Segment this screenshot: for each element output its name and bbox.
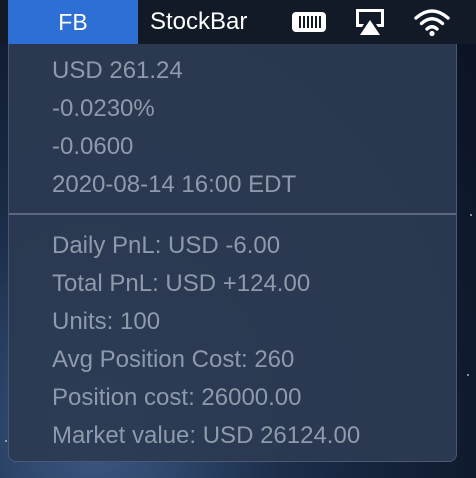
menu-divider	[9, 213, 456, 215]
change-item[interactable]: -0.0600	[52, 133, 133, 161]
wifi-icon[interactable]	[412, 0, 452, 44]
total-pnl-item[interactable]: Total PnL: USD +124.00	[52, 270, 310, 298]
market-value-item[interactable]: Market value: USD 26124.00	[52, 422, 360, 450]
daily-pnl-item[interactable]: Daily PnL: USD -6.00	[52, 232, 280, 260]
position-cost-item[interactable]: Position cost: 26000.00	[52, 384, 302, 412]
timestamp-item[interactable]: 2020-08-14 16:00 EDT	[52, 171, 296, 199]
airplay-icon[interactable]	[350, 0, 390, 44]
change-percent-item[interactable]: -0.0230%	[52, 95, 155, 123]
menu-bar-item-fb-label: FB	[58, 8, 88, 35]
stock-dropdown-menu: USD 261.24 -0.0230% -0.0600 2020-08-14 1…	[8, 44, 457, 462]
menu-bar-item-fb[interactable]: FB	[8, 0, 138, 44]
menu-bar-item-stockbar[interactable]: StockBar	[150, 0, 247, 44]
units-item[interactable]: Units: 100	[52, 308, 160, 336]
avg-position-cost-item[interactable]: Avg Position Cost: 260	[52, 346, 294, 374]
menu-bar: FB StockBar	[0, 0, 476, 44]
price-item[interactable]: USD 261.24	[52, 57, 183, 85]
stockbar-label: StockBar	[150, 8, 248, 35]
battery-icon[interactable]	[290, 0, 330, 44]
